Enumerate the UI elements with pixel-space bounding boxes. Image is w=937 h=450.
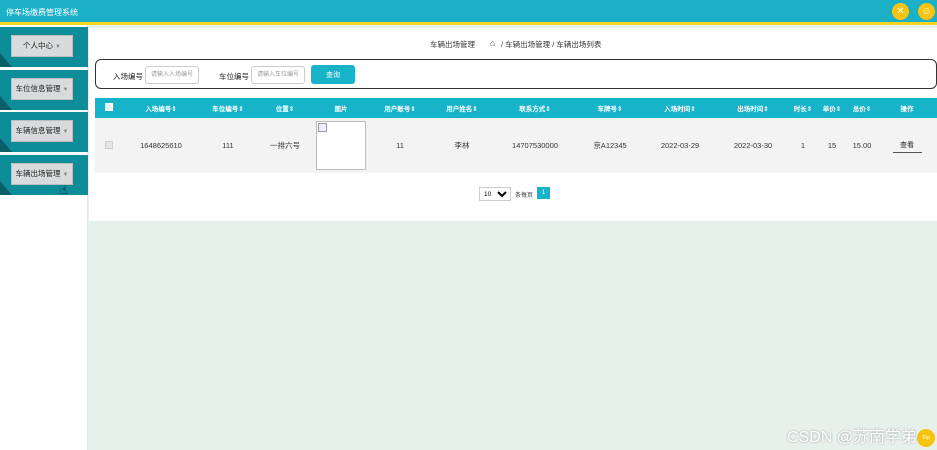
back-to-top-button[interactable]: Top [917, 429, 935, 447]
sidebar-item-label: 个人中心 [23, 41, 54, 50]
caret-down-icon: ▼ [62, 129, 69, 135]
breadcrumb: / 车辆出场管理 / 车辆出场列表 [501, 40, 602, 49]
column-header[interactable]: 车位编号⇕ [199, 98, 257, 118]
vehicle-image [316, 121, 366, 170]
column-header[interactable]: 时长⇕ [789, 98, 817, 118]
app-title: 停车场缴费管理系统 [6, 8, 78, 17]
sidebar-item-vehicle-info: 车辆信息管理 ▼ [0, 112, 88, 152]
page-number-current[interactable]: 1 [537, 187, 550, 199]
sidebar-item-label: 车辆信息管理 [15, 126, 61, 135]
cell-entry-no: 1648625610 [140, 141, 182, 150]
column-header[interactable]: 位置⇕ [257, 98, 313, 118]
settings-icon[interactable]: ✕ [892, 3, 909, 20]
query-button[interactable]: 查询 [311, 65, 355, 84]
cell-unit-price: 15 [827, 141, 837, 150]
sidebar-item-personal-center: 个人中心 ▼ [0, 27, 88, 67]
view-button[interactable]: 查看 [892, 139, 922, 153]
watermark: CSDN @苏南学弟 [787, 429, 918, 446]
table-header-row: 入场编号⇕ 车位编号⇕ 位置⇕ 图片 用户账号⇕ 用户姓名⇕ 联系方式⇕ 车牌号… [95, 98, 937, 118]
sidebar-item-vehicle-exit: 车辆出场管理 ▼ [0, 155, 88, 195]
cell-entry-time: 2022-03-29 [660, 141, 700, 150]
entry-no-label: 入场编号 [113, 72, 143, 81]
sidebar-item-label: 车辆出场管理 [15, 169, 61, 178]
search-form: 入场编号 车位编号 查询 [95, 59, 937, 89]
column-header: 图片 [334, 106, 348, 113]
per-page-label: 条每页 [515, 193, 534, 199]
column-header[interactable]: 车牌号⇕ [577, 98, 643, 118]
cell-phone: 14707530000 [512, 141, 558, 150]
select-all-header [95, 98, 123, 118]
top-bar: 停车场缴费管理系统 ✕ ☺ [0, 0, 937, 25]
cell-duration: 1 [800, 141, 806, 150]
cell-exit-time: 2022-03-30 [733, 141, 773, 150]
sidebar-item-button[interactable]: 车辆信息管理 ▼ [11, 120, 73, 142]
cell-name: 李林 [454, 141, 470, 150]
column-header[interactable]: 单价⇕ [817, 98, 847, 118]
entry-no-input[interactable] [145, 66, 199, 84]
hand-cursor-icon: ☝ [60, 183, 68, 197]
page-size-select[interactable]: 10 [479, 187, 511, 201]
cell-space-no: 111 [222, 141, 234, 150]
broken-image-icon [318, 123, 327, 132]
cell-total: 15.00 [852, 141, 872, 150]
cell-account: 11 [396, 141, 404, 150]
caret-down-icon: ▼ [62, 172, 69, 178]
row-checkbox[interactable] [105, 140, 113, 149]
column-header[interactable]: 用户账号⇕ [369, 98, 431, 118]
sidebar-item-button[interactable]: 车位信息管理 ▼ [11, 78, 73, 100]
column-header[interactable]: 用户姓名⇕ [431, 98, 493, 118]
main-panel: 车辆出场管理 ⌂ / 车辆出场管理 / 车辆出场列表 入场编号 车位编号 查询 … [89, 28, 937, 221]
sidebar-item-button[interactable]: 车辆出场管理 ▼ [11, 163, 73, 185]
column-header[interactable]: 入场时间⇕ [643, 98, 717, 118]
cell-plate: 京A12345 [593, 141, 627, 150]
breadcrumb-section: 车辆出场管理 [430, 40, 475, 49]
table-row: 1648625610 111 一排六号 11 李林 14707530000 京A… [95, 118, 937, 173]
user-icon[interactable]: ☺ [918, 3, 935, 20]
home-icon[interactable]: ⌂ [490, 38, 495, 48]
sidebar: 个人中心 ▼ 车位信息管理 ▼ 车辆信息管理 ▼ 车辆出场管理 ▼ [0, 25, 88, 450]
cell-location: 一排六号 [270, 141, 300, 150]
exit-records-table: 入场编号⇕ 车位编号⇕ 位置⇕ 图片 用户账号⇕ 用户姓名⇕ 联系方式⇕ 车牌号… [95, 98, 937, 173]
column-header: 操作 [900, 106, 914, 113]
caret-down-icon: ▼ [55, 44, 61, 50]
sidebar-item-button[interactable]: 个人中心 ▼ [11, 35, 73, 57]
column-header[interactable]: 总价⇕ [847, 98, 877, 118]
column-header[interactable]: 入场编号⇕ [123, 98, 199, 118]
column-header[interactable]: 出场时间⇕ [717, 98, 789, 118]
column-header[interactable]: 联系方式⇕ [493, 98, 577, 118]
select-all-checkbox[interactable] [105, 103, 113, 111]
sidebar-item-label: 车位信息管理 [15, 84, 61, 93]
caret-down-icon: ▼ [62, 87, 69, 93]
sidebar-item-parking-space: 车位信息管理 ▼ [0, 70, 88, 110]
space-no-input[interactable] [251, 66, 305, 84]
space-no-label: 车位编号 [219, 72, 249, 81]
